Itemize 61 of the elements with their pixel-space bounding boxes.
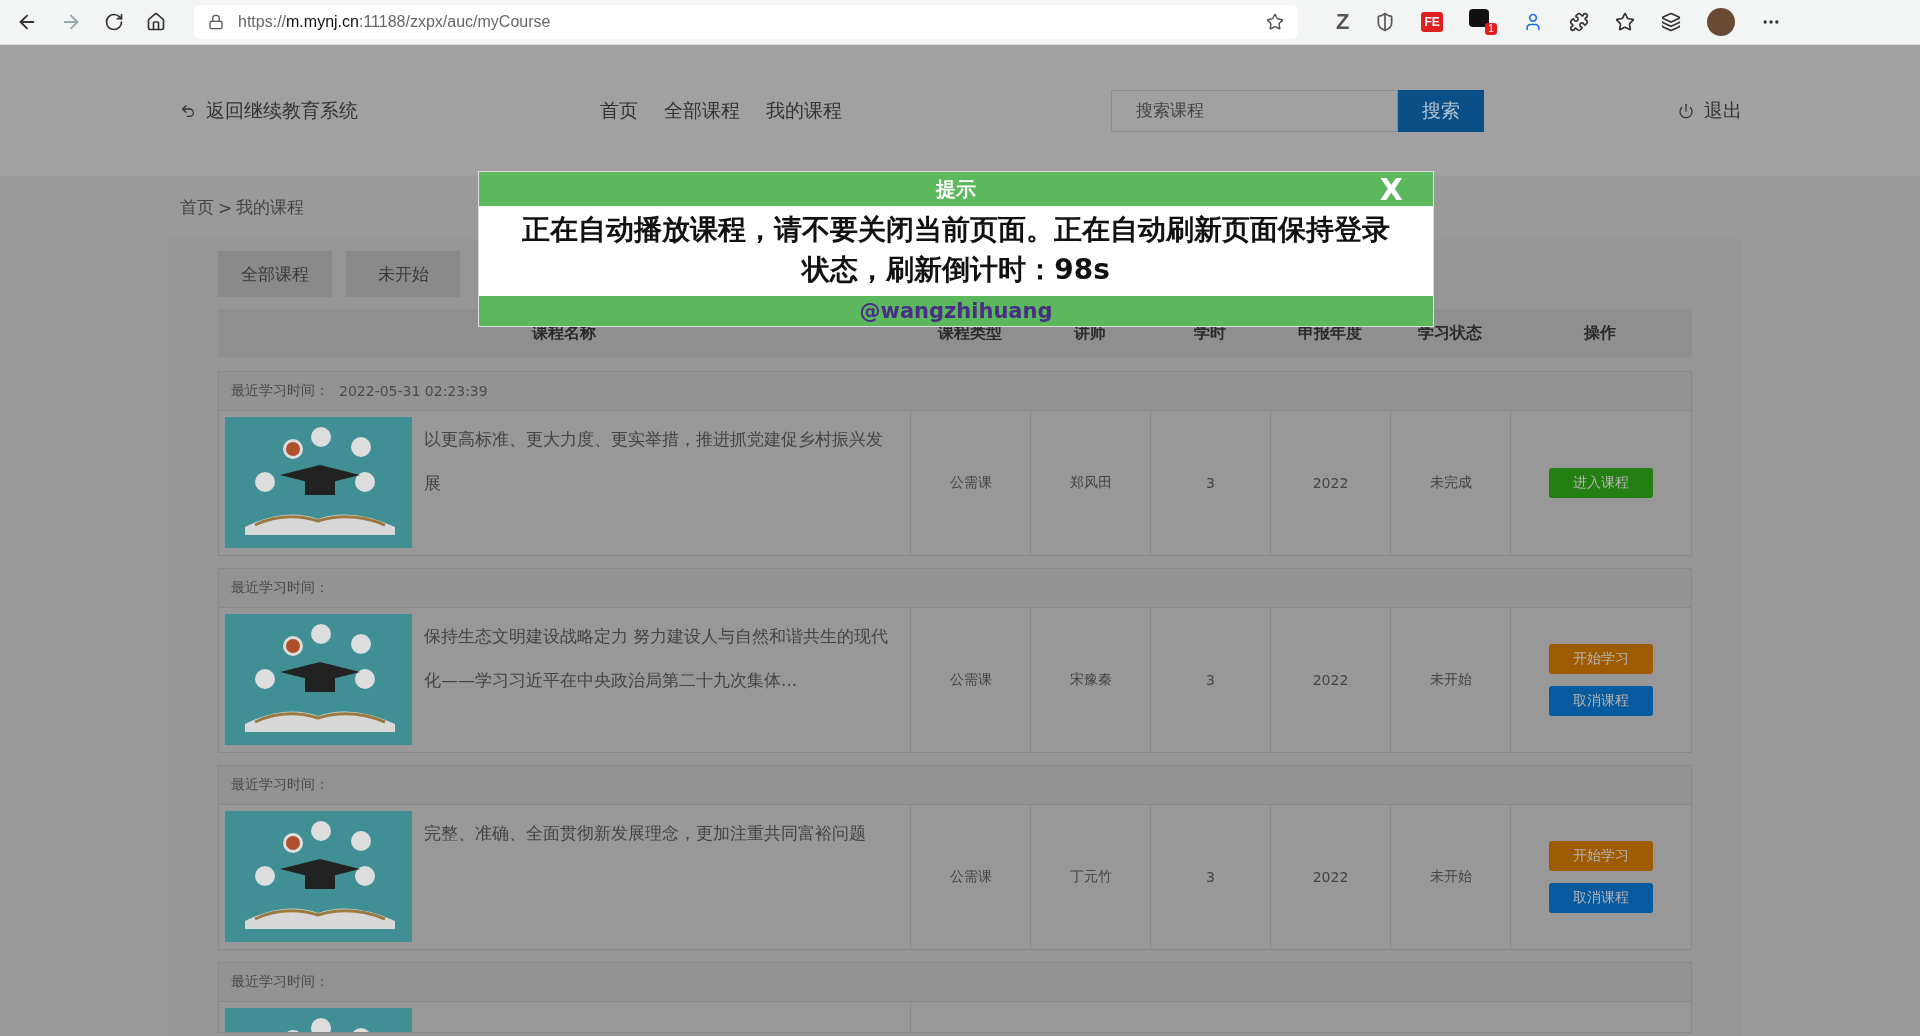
cancel-button[interactable]: 取消课程 <box>1549 883 1653 913</box>
table-cell: 宋豫秦 <box>1069 671 1112 689</box>
enter-button[interactable]: 进入课程 <box>1549 468 1653 498</box>
add-favorite-icon[interactable] <box>1266 13 1284 31</box>
extension-icon[interactable]: Z <box>1336 9 1350 35</box>
start-button[interactable]: 开始学习 <box>1549 644 1653 674</box>
author-handle: @wangzhihuang <box>859 299 1053 323</box>
table-cell: 3 <box>1206 475 1215 491</box>
favorites-icon[interactable] <box>1614 12 1635 32</box>
course-title[interactable]: 以更高标准、更大力度、更实举措，推进抓党建促乡村振兴发展 <box>424 417 894 549</box>
table-cell: 未开始 <box>1429 671 1472 689</box>
url-text: https://m.mynj.cn:11188/zxpx/auc/myCourse <box>238 13 552 31</box>
dialog-message: 正在自动播放课程，请不要关闭当前页面。正在自动刷新页面保持登录状态，刷新倒计时：98s <box>521 212 1391 288</box>
start-button[interactable]: 开始学习 <box>1549 841 1653 871</box>
breadcrumb-separator: > <box>218 197 233 218</box>
last-study-label: 最近学习时间： <box>231 973 329 991</box>
table-cell: 公需课 <box>949 474 992 492</box>
table-cell: 郑风田 <box>1069 474 1112 492</box>
table-cell: 丁元竹 <box>1069 868 1112 886</box>
table-cell: 未开始 <box>1429 868 1472 886</box>
home-icon[interactable] <box>146 12 166 32</box>
dialog-title: 提示 <box>936 175 976 203</box>
table-cell: 未完成 <box>1429 474 1472 492</box>
profile-avatar[interactable] <box>1706 8 1735 36</box>
return-icon <box>180 102 196 119</box>
table-cell: 公需课 <box>949 671 992 689</box>
close-button[interactable]: X <box>1379 172 1403 206</box>
extensions-icon[interactable] <box>1568 12 1589 32</box>
collections-icon[interactable] <box>1660 12 1681 32</box>
breadcrumb-link[interactable]: 我的课程 <box>236 196 305 219</box>
cancel-button[interactable]: 取消课程 <box>1549 686 1653 716</box>
back-link[interactable]: 返回继续教育系统 <box>180 97 600 124</box>
power-icon <box>1678 102 1694 119</box>
shield-icon[interactable] <box>1375 12 1396 32</box>
last-study-label: 最近学习时间： <box>231 776 329 794</box>
logout-link[interactable]: 退出 <box>1678 97 1742 124</box>
address-bar[interactable]: https://m.mynj.cn:11188/zxpx/auc/myCourse <box>194 5 1298 39</box>
course-title[interactable]: 完整、准确、全面贯彻新发展理念，更加注重共同富裕问题 <box>424 811 894 943</box>
last-study-time: 2022-05-31 02:23:39 <box>339 383 488 399</box>
column-header: 操作 <box>1582 322 1617 344</box>
lock-icon <box>208 14 224 30</box>
notification-badge: 1 <box>1485 23 1497 35</box>
table-cell: 2022 <box>1312 869 1349 885</box>
course-title[interactable]: 保持生态文明建设战略定力 努力建设人与自然和谐共生的现代化——学习习近平在中央政治局第二十九次集体... <box>424 614 894 746</box>
reload-icon[interactable] <box>104 12 124 32</box>
table-cell: 2022 <box>1312 475 1349 491</box>
extension-icon[interactable]: FE <box>1421 12 1443 32</box>
table-cell: 3 <box>1206 672 1215 688</box>
filter-tab[interactable]: 未开始 <box>346 251 460 297</box>
last-study-label: 最近学习时间： <box>231 382 329 400</box>
filter-tab[interactable]: 全部课程 <box>218 251 332 297</box>
search-field[interactable]: 搜索课程 <box>1111 89 1398 132</box>
nav-link[interactable]: 全部课程 <box>664 97 740 124</box>
table-cell: 公需课 <box>949 868 992 886</box>
table-cell: 3 <box>1206 869 1215 885</box>
breadcrumb-link[interactable]: 首页 <box>180 196 214 219</box>
nav-link[interactable]: 首页 <box>600 97 638 124</box>
search-button[interactable]: 搜索 <box>1398 89 1484 132</box>
nav-link[interactable]: 我的课程 <box>766 97 842 124</box>
table-cell: 2022 <box>1312 672 1349 688</box>
last-study-label: 最近学习时间： <box>231 579 329 597</box>
